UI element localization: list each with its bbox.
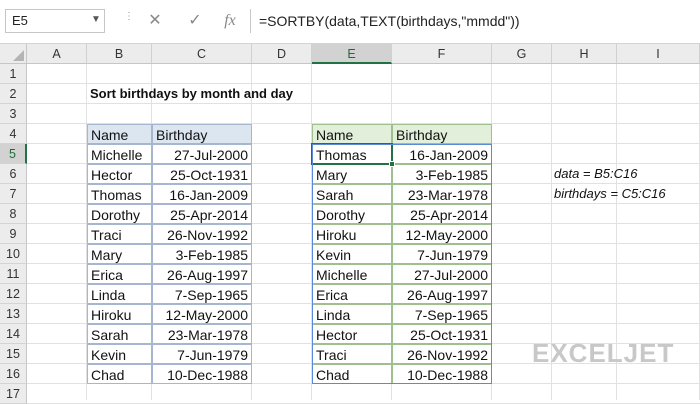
source-birthday-cell[interactable]: 10-Dec-1988	[152, 364, 252, 384]
source-header-name[interactable]: Name	[87, 124, 152, 144]
formula-input[interactable]: =SORTBY(data,TEXT(birthdays,"mmdd"))	[250, 9, 694, 33]
source-header-birthday[interactable]: Birthday	[152, 124, 252, 144]
row-header-12[interactable]: 12	[0, 284, 27, 304]
result-name-cell[interactable]: Mary	[312, 164, 392, 184]
source-name-cell[interactable]: Sarah	[87, 324, 152, 344]
row-header-8[interactable]: 8	[0, 204, 27, 224]
exceljet-logo-text: EXCELJET	[532, 338, 675, 368]
source-name-cell[interactable]: Hiroku	[87, 304, 152, 324]
result-birthday-cell[interactable]: 25-Oct-1931	[392, 324, 492, 344]
source-birthday-cell[interactable]: 23-Mar-1978	[152, 324, 252, 344]
row-header-17[interactable]: 17	[0, 384, 27, 404]
row-header-14[interactable]: 14	[0, 324, 27, 344]
fill-handle[interactable]	[389, 161, 395, 167]
result-name-cell[interactable]: Linda	[312, 304, 392, 324]
column-header-c[interactable]: C	[152, 44, 252, 64]
result-name-cell[interactable]: Chad	[312, 364, 392, 384]
column-header-a[interactable]: A	[27, 44, 87, 64]
result-birthday-cell[interactable]: 25-Apr-2014	[392, 204, 492, 224]
source-birthday-cell[interactable]: 26-Aug-1997	[152, 264, 252, 284]
source-name-cell[interactable]: Chad	[87, 364, 152, 384]
column-header-g[interactable]: G	[492, 44, 552, 64]
result-birthday-cell[interactable]: 16-Jan-2009	[392, 144, 492, 164]
result-birthday-cell[interactable]: 26-Nov-1992	[392, 344, 492, 364]
source-birthday-cell[interactable]: 16-Jan-2009	[152, 184, 252, 204]
row-header-5[interactable]: 5	[0, 144, 27, 164]
row-header-13[interactable]: 13	[0, 304, 27, 324]
result-header-name[interactable]: Name	[312, 124, 392, 144]
cancel-icon[interactable]: ✕	[143, 9, 167, 33]
column-header-d[interactable]: D	[252, 44, 312, 64]
column-header-h[interactable]: H	[552, 44, 617, 64]
source-birthday-cell[interactable]: 12-May-2000	[152, 304, 252, 324]
active-cell-border	[311, 143, 393, 165]
row-header-15[interactable]: 15	[0, 344, 27, 364]
enter-icon[interactable]: ✓	[183, 9, 207, 33]
name-box[interactable]: E5	[5, 9, 105, 33]
source-birthday-cell[interactable]: 25-Apr-2014	[152, 204, 252, 224]
row-header-11[interactable]: 11	[0, 264, 27, 284]
source-name-cell[interactable]: Kevin	[87, 344, 152, 364]
result-birthday-cell[interactable]: 26-Aug-1997	[392, 284, 492, 304]
row-header-10[interactable]: 10	[0, 244, 27, 264]
named-range-note-birthdays: birthdays = C5:C16	[554, 186, 666, 201]
row-header-2[interactable]: 2	[0, 84, 27, 104]
exceljet-logo: EXCELJET	[532, 338, 674, 369]
column-header-f[interactable]: F	[392, 44, 492, 64]
source-name-cell[interactable]: Michelle	[87, 144, 152, 164]
source-name-cell[interactable]: Linda	[87, 284, 152, 304]
result-name-cell[interactable]: Sarah	[312, 184, 392, 204]
source-birthday-cell[interactable]: 25-Oct-1931	[152, 164, 252, 184]
sheet-title: Sort birthdays by month and day	[90, 86, 293, 101]
result-name-cell[interactable]: Kevin	[312, 244, 392, 264]
result-header-birthday[interactable]: Birthday	[392, 124, 492, 144]
result-birthday-cell[interactable]: 27-Jul-2000	[392, 264, 492, 284]
source-name-cell[interactable]: Hector	[87, 164, 152, 184]
row-header-3[interactable]: 3	[0, 104, 27, 124]
result-birthday-cell[interactable]: 12-May-2000	[392, 224, 492, 244]
result-birthday-cell[interactable]: 7-Jun-1979	[392, 244, 492, 264]
result-birthday-cell[interactable]: 10-Dec-1988	[392, 364, 492, 384]
result-name-cell[interactable]: Hector	[312, 324, 392, 344]
source-name-cell[interactable]: Erica	[87, 264, 152, 284]
select-all-icon	[13, 50, 24, 61]
source-birthday-cell[interactable]: 3-Feb-1985	[152, 244, 252, 264]
source-name-cell[interactable]: Mary	[87, 244, 152, 264]
result-birthday-cell[interactable]: 23-Mar-1978	[392, 184, 492, 204]
column-header-b[interactable]: B	[87, 44, 152, 64]
column-header-e[interactable]: E	[312, 44, 392, 64]
source-name-cell[interactable]: Traci	[87, 224, 152, 244]
result-name-cell[interactable]: Dorothy	[312, 204, 392, 224]
row-header-4[interactable]: 4	[0, 124, 27, 144]
source-birthday-cell[interactable]: 7-Sep-1965	[152, 284, 252, 304]
result-name-cell[interactable]: Erica	[312, 284, 392, 304]
result-birthday-cell[interactable]: 7-Sep-1965	[392, 304, 492, 324]
row-header-1[interactable]: 1	[0, 64, 27, 84]
source-name-cell[interactable]: Dorothy	[87, 204, 152, 224]
row-header-9[interactable]: 9	[0, 224, 27, 244]
source-name-cell[interactable]: Thomas	[87, 184, 152, 204]
row-header-16[interactable]: 16	[0, 364, 27, 384]
row-header-6[interactable]: 6	[0, 164, 27, 184]
result-name-cell[interactable]: Hiroku	[312, 224, 392, 244]
source-birthday-cell[interactable]: 7-Jun-1979	[152, 344, 252, 364]
source-birthday-cell[interactable]: 27-Jul-2000	[152, 144, 252, 164]
result-name-cell[interactable]: Traci	[312, 344, 392, 364]
insert-function-icon[interactable]: fx	[218, 9, 242, 33]
column-header-i[interactable]: I	[617, 44, 700, 64]
row-header-7[interactable]: 7	[0, 184, 27, 204]
result-birthday-cell[interactable]: 3-Feb-1985	[392, 164, 492, 184]
result-name-cell[interactable]: Michelle	[312, 264, 392, 284]
source-birthday-cell[interactable]: 26-Nov-1992	[152, 224, 252, 244]
name-box-dropdown-icon[interactable]: ▼	[91, 14, 101, 25]
named-range-note-data: data = B5:C16	[554, 166, 638, 181]
formula-bar-grip-icon[interactable]: ⋮	[124, 9, 134, 33]
